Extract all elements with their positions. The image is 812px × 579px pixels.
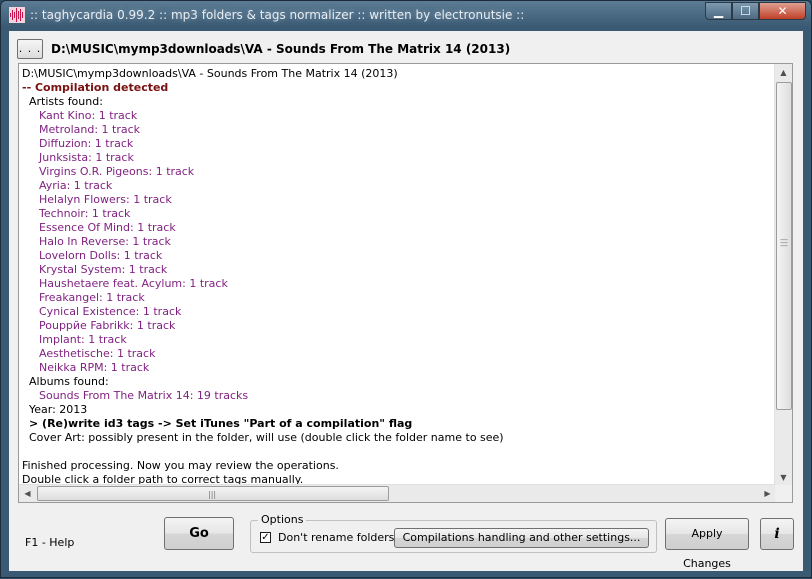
path-bar: . . . D:\MUSIC\mymp3downloads\VA - Sound… (17, 39, 510, 59)
maximize-button[interactable]: ☐ (732, 2, 759, 20)
log-line[interactable]: Cover Art: possibly present in the folde… (21, 431, 774, 445)
log-line[interactable]: D:\MUSIC\mymp3downloads\VA - Sounds From… (21, 67, 774, 81)
dont-rename-checkbox[interactable]: ✓ (260, 532, 271, 543)
browse-folder-button[interactable]: . . . (17, 39, 43, 59)
log-line[interactable]: Kant Kino: 1 track (21, 109, 774, 123)
log-line[interactable]: Cynical Existence: 1 track (21, 305, 774, 319)
vertical-scroll-thumb[interactable]: — — — (776, 82, 792, 410)
log-line[interactable]: Neikka RPM: 1 track (21, 361, 774, 375)
client-area: . . . D:\MUSIC\mymp3downloads\VA - Sound… (9, 31, 803, 571)
log-line[interactable]: Virgins O.R. Pigeons: 1 track (21, 165, 774, 179)
scrollbar-corner (775, 485, 792, 502)
log-line[interactable]: Artists found: (21, 95, 774, 109)
log-line[interactable]: Diffuzion: 1 track (21, 137, 774, 151)
compilation-settings-button[interactable]: Compilations handling and other settings… (394, 528, 649, 548)
minimize-button[interactable]: ▁ (705, 2, 732, 20)
log-line[interactable] (21, 445, 774, 459)
app-window: :: taghycardia 0.99.2 :: mp3 folders & t… (0, 0, 812, 578)
current-folder-path: D:\MUSIC\mymp3downloads\VA - Sounds From… (51, 42, 511, 56)
grip-icon: — — — (780, 235, 788, 250)
log-line[interactable]: Helalyn Flowers: 1 track (21, 193, 774, 207)
apply-changes-button[interactable]: Apply Changes (665, 518, 749, 570)
waveform-app-icon (9, 7, 25, 23)
dont-rename-label[interactable]: Don't rename folders (278, 531, 394, 544)
horizontal-scrollbar[interactable]: ◀ ||| ▶ (19, 484, 776, 502)
log-line[interactable]: Essence Of Mind: 1 track (21, 221, 774, 235)
grip-icon: ||| (208, 490, 217, 499)
log-line[interactable]: > (Re)write id3 tags -> Set iTunes "Part… (21, 417, 774, 431)
log-line[interactable]: -- Compilation detected (21, 81, 774, 95)
window-title: :: taghycardia 0.99.2 :: mp3 folders & t… (30, 8, 525, 22)
log-line[interactable]: Finished processing. Now you may review … (21, 459, 774, 473)
scroll-down-arrow-icon[interactable]: ▼ (775, 469, 792, 486)
log-line[interactable]: Albums found: (21, 375, 774, 389)
log-line[interactable]: Aesthetische: 1 track (21, 347, 774, 361)
log-line[interactable]: Pouppйe Fabrikk: 1 track (21, 319, 774, 333)
log-line[interactable]: Year: 2013 (21, 403, 774, 417)
scroll-up-arrow-icon[interactable]: ▲ (775, 64, 792, 81)
log-line[interactable]: Sounds From The Matrix 14: 19 tracks (21, 389, 774, 403)
log-line[interactable]: Freakangel: 1 track (21, 291, 774, 305)
vertical-scrollbar[interactable]: ▲ — — — ▼ (774, 64, 792, 486)
help-hint: F1 - Help (25, 536, 75, 549)
log-line[interactable]: Ayria: 1 track (21, 179, 774, 193)
log-line[interactable]: Junksista: 1 track (21, 151, 774, 165)
close-button[interactable]: ✕ (759, 2, 806, 20)
log-lines[interactable]: D:\MUSIC\mymp3downloads\VA - Sounds From… (21, 67, 774, 485)
caption-buttons: ▁ ☐ ✕ (705, 2, 806, 20)
log-line[interactable]: Implant: 1 track (21, 333, 774, 347)
title-bar[interactable]: :: taghycardia 0.99.2 :: mp3 folders & t… (1, 1, 811, 29)
scroll-left-arrow-icon[interactable]: ◀ (19, 485, 36, 502)
go-button[interactable]: Go (164, 517, 234, 550)
log-line[interactable]: Halo In Reverse: 1 track (21, 235, 774, 249)
log-output[interactable]: D:\MUSIC\mymp3downloads\VA - Sounds From… (18, 63, 793, 503)
log-line[interactable]: Technoir: 1 track (21, 207, 774, 221)
log-line[interactable]: Haushetaere feat. Acylum: 1 track (21, 277, 774, 291)
log-line[interactable]: Metroland: 1 track (21, 123, 774, 137)
info-button[interactable]: i (760, 518, 794, 550)
horizontal-scroll-thumb[interactable]: ||| (37, 486, 389, 501)
log-line[interactable]: Lovelorn Dolls: 1 track (21, 249, 774, 263)
log-line[interactable]: Krystal System: 1 track (21, 263, 774, 277)
scroll-right-arrow-icon[interactable]: ▶ (759, 485, 776, 502)
options-legend: Options (258, 513, 307, 526)
options-group: Options ✓ Don't rename folders Compilati… (250, 513, 657, 553)
